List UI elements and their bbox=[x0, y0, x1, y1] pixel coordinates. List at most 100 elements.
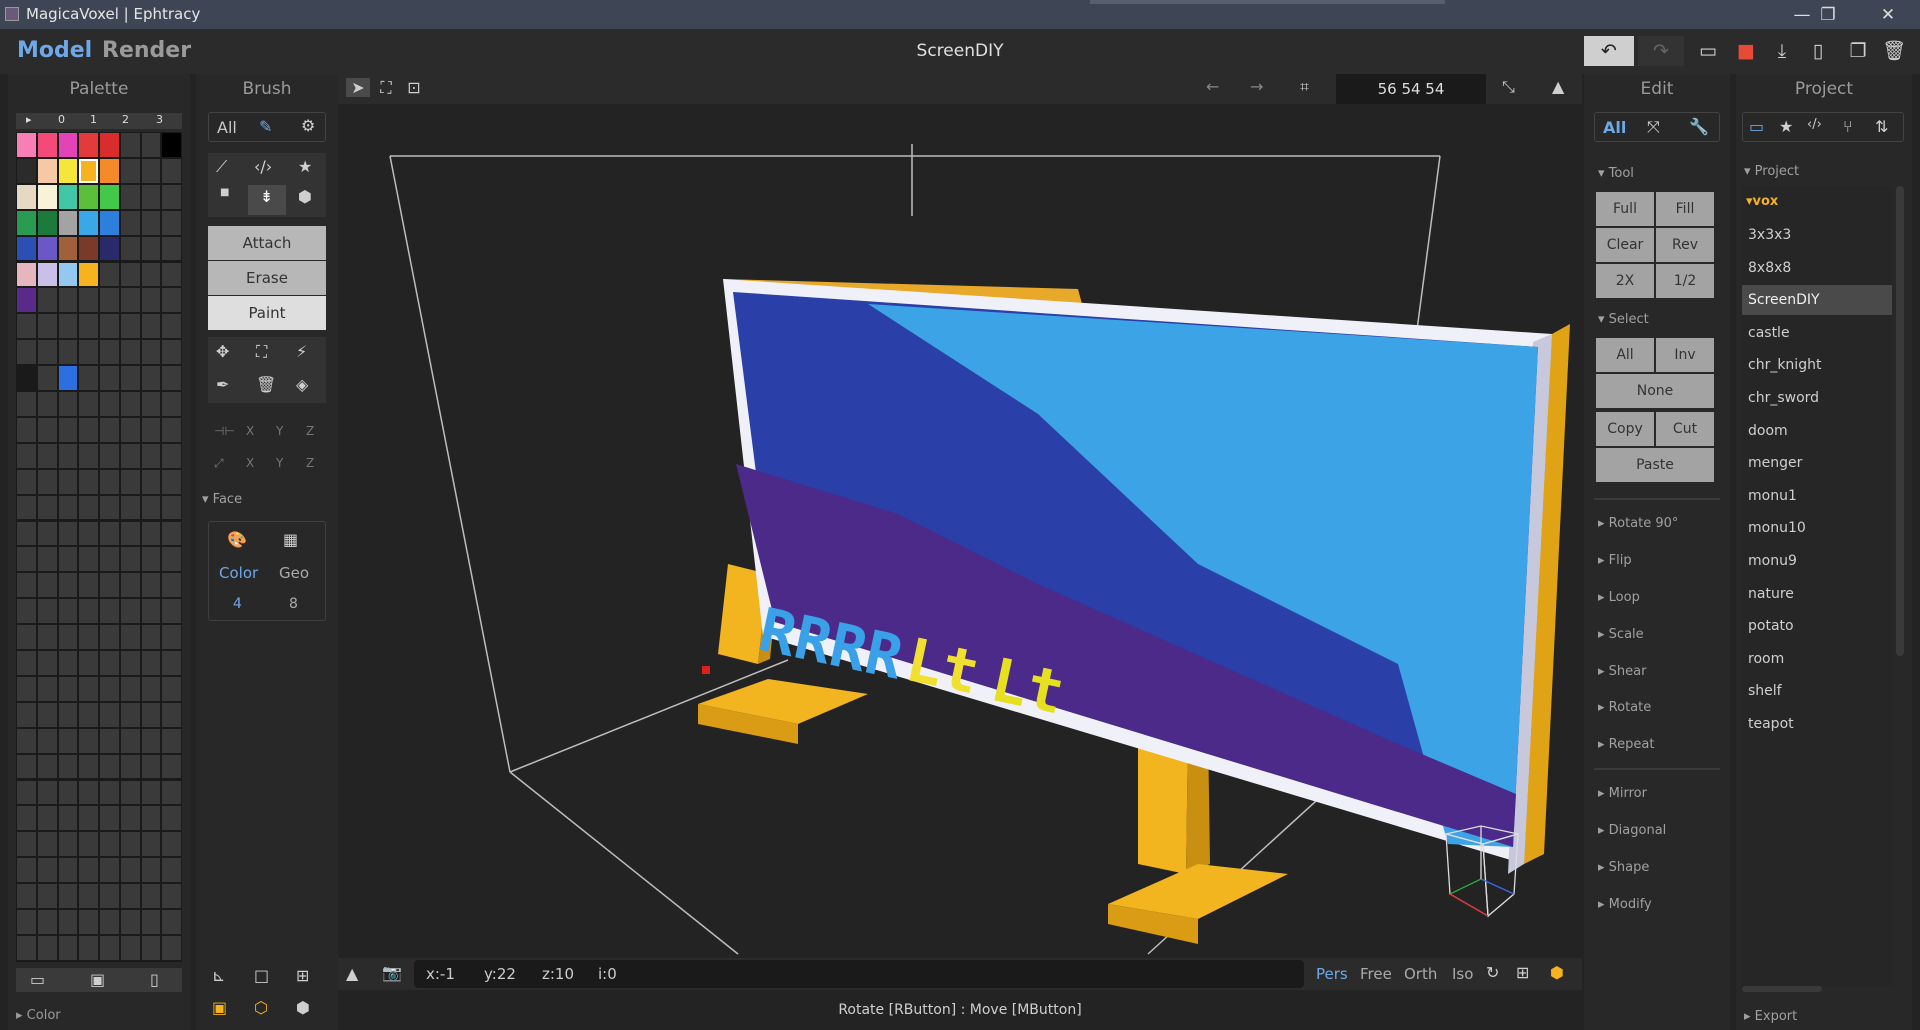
palette-swatch[interactable] bbox=[141, 832, 161, 857]
palette-swatch[interactable] bbox=[37, 392, 57, 416]
palette-swatch[interactable] bbox=[37, 935, 57, 960]
palette-swatch[interactable] bbox=[100, 366, 119, 390]
palette-swatch[interactable] bbox=[79, 521, 98, 546]
attach-button[interactable]: Attach bbox=[208, 226, 326, 260]
new-file-icon[interactable]: ▯ bbox=[1800, 36, 1836, 66]
view-free[interactable]: Free bbox=[1360, 965, 1392, 983]
double-button[interactable]: 2X bbox=[1596, 264, 1654, 298]
marquee-all-icon[interactable]: ⊡ bbox=[402, 78, 426, 97]
palette-swatch[interactable] bbox=[162, 417, 181, 442]
palette-swatch[interactable] bbox=[100, 910, 119, 934]
palette-swatch[interactable] bbox=[79, 547, 98, 572]
face-geo-label[interactable]: Geo bbox=[279, 564, 309, 582]
palette-swatch[interactable] bbox=[120, 314, 140, 339]
palette-swatch[interactable] bbox=[162, 651, 181, 675]
palette-swatch[interactable] bbox=[120, 340, 140, 365]
palette-swatch[interactable] bbox=[141, 210, 161, 235]
palette-swatch[interactable] bbox=[100, 443, 119, 468]
viewport[interactable]: ➤ ⛶ ⊡ ← → ⌗ 56 54 54 ⤡ ▲ RRRR Lt Lt ▲ 📷 … bbox=[338, 74, 1582, 1030]
palette-swatch[interactable] bbox=[162, 288, 181, 313]
palette-swatch[interactable] bbox=[141, 133, 161, 157]
project-item-3x3x3[interactable]: 3x3x3 bbox=[1742, 220, 1892, 250]
magic-wand-icon[interactable]: ⚡ bbox=[296, 342, 307, 361]
palette-swatch[interactable] bbox=[162, 469, 181, 494]
palette-swatch[interactable] bbox=[58, 417, 78, 442]
palette-swatch[interactable] bbox=[162, 884, 181, 908]
project-item-screendiy[interactable]: ScreenDIY bbox=[1742, 285, 1892, 316]
palette-swatch[interactable] bbox=[120, 236, 140, 261]
export-section[interactable]: ▸ Export bbox=[1744, 1009, 1797, 1024]
mirror-section[interactable]: ▸ Mirror bbox=[1598, 786, 1647, 801]
palette-swatch[interactable] bbox=[37, 573, 57, 598]
palette-swatch[interactable] bbox=[120, 910, 140, 934]
palette-swatch[interactable] bbox=[120, 754, 140, 779]
modify-section[interactable]: ▸ Modify bbox=[1598, 897, 1652, 912]
palette-swatch[interactable] bbox=[58, 469, 78, 494]
palette-swatch[interactable] bbox=[162, 236, 181, 261]
palette-swatch[interactable] bbox=[141, 728, 161, 753]
palette-swatch[interactable] bbox=[100, 573, 119, 598]
trash-icon[interactable]: 🗑 bbox=[256, 375, 276, 394]
palette-swatch[interactable] bbox=[58, 754, 78, 779]
mirror-y[interactable]: Y bbox=[276, 424, 283, 438]
palette-swatch[interactable] bbox=[100, 288, 119, 313]
voxel-icon[interactable]: ■ bbox=[220, 187, 229, 198]
palette-swatch[interactable] bbox=[162, 728, 181, 753]
palette-swatch[interactable] bbox=[17, 469, 36, 494]
palette-swatch[interactable] bbox=[120, 884, 140, 908]
select-section[interactable]: ▾ Select bbox=[1598, 312, 1649, 327]
palette-swatch[interactable] bbox=[58, 702, 78, 727]
palette-swatch[interactable] bbox=[58, 288, 78, 313]
palette-swatch[interactable] bbox=[79, 754, 98, 779]
camera-icon[interactable]: 📷 bbox=[382, 963, 402, 982]
project-item-potato[interactable]: potato bbox=[1742, 611, 1892, 641]
palette-swatch[interactable] bbox=[79, 728, 98, 753]
project-item-menger[interactable]: menger bbox=[1742, 448, 1892, 478]
palette-swatch[interactable] bbox=[79, 443, 98, 468]
palette-swatch[interactable] bbox=[58, 521, 78, 546]
palette-swatch[interactable] bbox=[162, 780, 181, 805]
palette-swatch[interactable] bbox=[79, 676, 98, 701]
grid-icon[interactable]: ▦ bbox=[283, 530, 298, 549]
palette-swatch[interactable] bbox=[79, 158, 98, 183]
palette-swatch[interactable] bbox=[141, 599, 161, 624]
dimension-field[interactable]: 56 54 54 bbox=[1336, 74, 1486, 104]
palette-swatch[interactable] bbox=[100, 392, 119, 416]
palette-swatch[interactable] bbox=[79, 935, 98, 960]
palette-swatch[interactable] bbox=[100, 858, 119, 883]
palette-swatch[interactable] bbox=[141, 858, 161, 883]
palette-swatch[interactable] bbox=[120, 158, 140, 183]
palette-swatch[interactable] bbox=[58, 366, 78, 390]
open-folder-icon[interactable]: ▭ bbox=[1690, 36, 1726, 66]
palette-swatch[interactable] bbox=[120, 288, 140, 313]
palette-swatch[interactable] bbox=[58, 676, 78, 701]
palette-swatch[interactable] bbox=[17, 935, 36, 960]
palette-swatch[interactable] bbox=[100, 754, 119, 779]
palette-swatch[interactable] bbox=[100, 702, 119, 727]
palette-swatch[interactable] bbox=[162, 702, 181, 727]
palette-swatch[interactable] bbox=[17, 884, 36, 908]
palette-swatch[interactable] bbox=[79, 702, 98, 727]
folder-vox[interactable]: ▾vox bbox=[1746, 194, 1778, 209]
palette-swatch[interactable] bbox=[141, 910, 161, 934]
palette-swatch[interactable] bbox=[100, 676, 119, 701]
palette-swatch[interactable] bbox=[120, 495, 140, 520]
palette-swatch[interactable] bbox=[37, 469, 57, 494]
palette-swatch[interactable] bbox=[162, 366, 181, 390]
layers-icon[interactable]: ▣ bbox=[212, 998, 227, 1017]
cube-icon[interactable]: ⬢ bbox=[296, 998, 310, 1017]
cursor-icon[interactable]: ➤ bbox=[346, 78, 370, 97]
palette-swatch[interactable] bbox=[37, 858, 57, 883]
cube-outline-icon[interactable]: ⬡ bbox=[254, 998, 268, 1017]
palette-swatch[interactable] bbox=[79, 884, 98, 908]
cube-view-icon[interactable]: ⬢ bbox=[1550, 963, 1564, 982]
project-item-castle[interactable]: castle bbox=[1742, 318, 1892, 348]
triangle-up-icon[interactable]: ▲ bbox=[346, 964, 358, 983]
palette-swatch[interactable] bbox=[141, 754, 161, 779]
palette-swatch[interactable] bbox=[162, 806, 181, 831]
palette-swatch[interactable] bbox=[58, 547, 78, 572]
palette-swatch[interactable] bbox=[58, 858, 78, 883]
palette-swatch[interactable] bbox=[37, 599, 57, 624]
project-item-monu10[interactable]: monu10 bbox=[1742, 513, 1892, 543]
palette-swatch[interactable] bbox=[141, 625, 161, 649]
